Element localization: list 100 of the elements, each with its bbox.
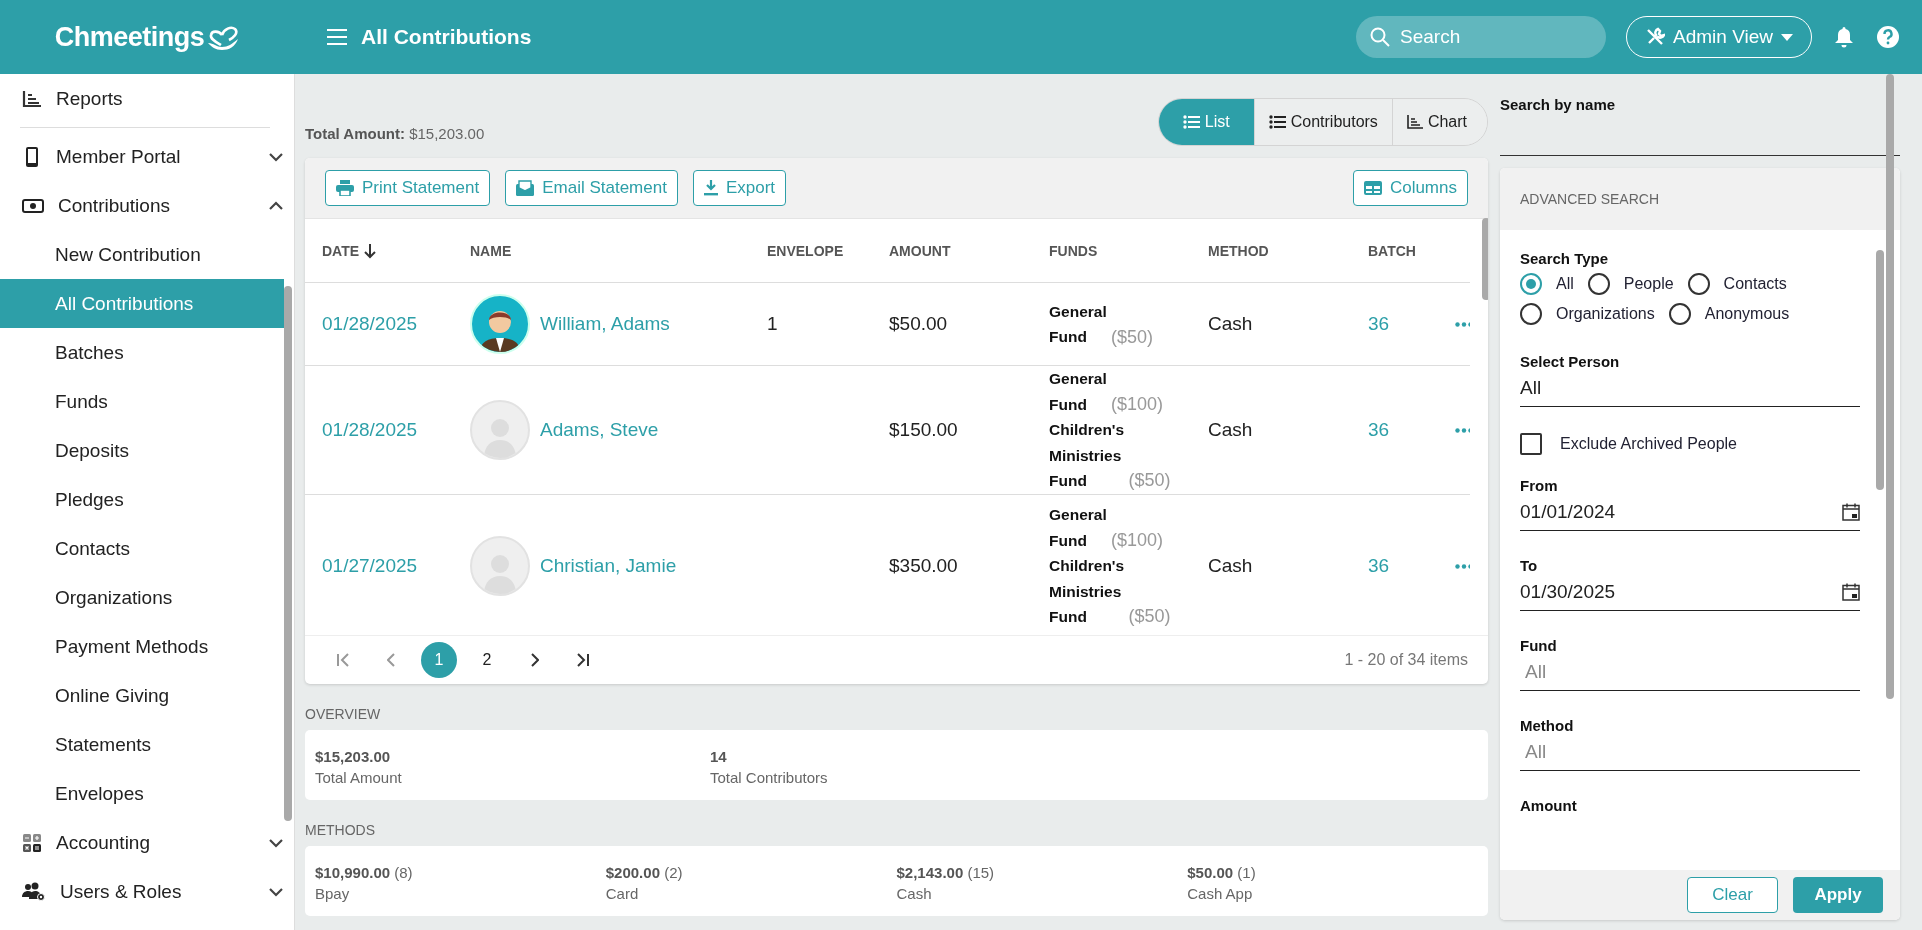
sidebar-subitem[interactable]: Online Giving <box>0 671 284 720</box>
help-button[interactable] <box>1876 25 1900 49</box>
method-total: $2,143.00 (15) <box>896 864 996 881</box>
field-label: Method <box>1520 717 1575 734</box>
select-field[interactable]: All <box>1520 661 1860 683</box>
scrollbar-thumb[interactable] <box>284 286 292 821</box>
sidebar-subitem[interactable]: Funds <box>0 377 284 426</box>
more-button[interactable] <box>1455 321 1470 327</box>
tools-icon <box>1645 27 1665 47</box>
date-field[interactable]: 01/01/2024 <box>1520 501 1842 523</box>
radio-label: People <box>1623 275 1674 293</box>
list-icon <box>1182 115 1200 129</box>
stat-label: Cash App <box>1187 885 1254 902</box>
chevron-left-icon <box>387 653 395 667</box>
search-bar[interactable]: Search <box>1356 16 1606 58</box>
envelope-cell-text: 1 <box>767 313 779 335</box>
column-header[interactable]: DATE <box>322 242 470 259</box>
select-field[interactable]: All <box>1520 741 1860 763</box>
fund-entry: General Fund ($50) <box>1049 301 1155 349</box>
sidebar-item[interactable]: Member Portal <box>0 132 284 181</box>
download-icon <box>703 180 718 196</box>
help-icon <box>1876 25 1900 49</box>
chevron-down-icon <box>268 886 284 897</box>
sidebar-subitem[interactable]: Statements <box>0 720 284 769</box>
amount-cell-text: $150.00 <box>889 419 959 441</box>
notification-button[interactable] <box>1834 26 1854 48</box>
column-header[interactable]: METHOD <box>1208 242 1368 259</box>
sidebar-item[interactable]: Users & Roles <box>0 867 284 916</box>
page-title: All Contributions <box>361 25 533 49</box>
page-button[interactable]: 2 <box>469 642 505 678</box>
scrollbar-thumb[interactable] <box>1876 250 1884 490</box>
field-label: To <box>1520 557 1539 574</box>
stat-value: 14 <box>710 748 728 765</box>
bell-icon <box>1834 26 1854 48</box>
sidebar-subitem[interactable]: Batches <box>0 328 284 377</box>
sidebar-subitem[interactable]: Payment Methods <box>0 622 284 671</box>
radio-label: Organizations <box>1556 305 1655 323</box>
sidebar-subitem[interactable]: New Contribution <box>0 230 284 279</box>
last-page-icon <box>576 653 590 667</box>
bar-chart-icon <box>22 89 42 108</box>
more-button[interactable] <box>1455 427 1470 433</box>
scrollbar-thumb[interactable] <box>1482 218 1488 300</box>
scrollbar-thumb[interactable] <box>1886 74 1894 699</box>
checkbox-label: Exclude Archived People <box>1560 435 1737 453</box>
sidebar-subitem[interactable]: Contacts <box>0 524 284 573</box>
calendar-icon <box>1842 583 1860 601</box>
menu-button[interactable] <box>327 29 347 45</box>
calculator-icon <box>22 832 42 853</box>
more-icon <box>1455 427 1470 433</box>
method-cell-text: Cash <box>1208 313 1254 335</box>
section-title: OVERVIEW <box>305 706 382 722</box>
radio-label: Anonymous <box>1704 305 1790 323</box>
chevron-right-icon <box>531 653 539 667</box>
radio-option[interactable]: People <box>1587 273 1674 295</box>
envelope-icon <box>516 180 535 196</box>
stat-label: Card <box>605 885 640 902</box>
total-amount: Total Amount: $15,203.00 <box>305 125 485 144</box>
method-total: $50.00 (1) <box>1187 864 1257 881</box>
radio-option[interactable]: All <box>1520 273 1574 295</box>
stat-label: Cash <box>896 885 933 902</box>
sidebar-subitem[interactable]: Pledges <box>0 475 284 524</box>
chevron-down-icon <box>268 151 284 162</box>
column-header[interactable]: NAME <box>470 242 767 259</box>
stat-label: Total Contributors <box>710 769 829 786</box>
pagination-summary: 1 - 20 of 34 items <box>1344 651 1468 669</box>
bar-chart-icon <box>1406 115 1423 129</box>
radio-option[interactable]: Contacts <box>1687 273 1787 295</box>
sidebar-item[interactable]: Accounting <box>0 818 284 867</box>
fund-entry: General Fund ($100) <box>1049 369 1165 416</box>
radio-option[interactable]: Anonymous <box>1668 303 1790 325</box>
column-header[interactable]: BATCH <box>1368 242 1455 259</box>
more-button[interactable] <box>1455 563 1470 569</box>
field-label: Amount <box>1520 797 1578 814</box>
field-label: From <box>1520 477 1559 494</box>
stat-label: Total Amount <box>315 769 403 786</box>
chevron-up-icon <box>268 200 284 211</box>
search-icon <box>1370 27 1390 47</box>
checkbox-option[interactable]: Exclude Archived People <box>1520 433 1860 455</box>
sidebar-subitem[interactable]: Envelopes <box>0 769 284 818</box>
method-total: $200.00 (2) <box>605 864 684 881</box>
stat-label: Bpay <box>315 885 351 902</box>
column-header[interactable]: AMOUNT <box>889 242 1049 259</box>
radio-option[interactable]: Organizations <box>1520 303 1655 325</box>
stat-value: $15,203.00 <box>315 748 392 765</box>
search-field[interactable]: Search <box>1398 25 1582 49</box>
more-icon <box>1455 321 1470 327</box>
method-total: $10,990.00 (8) <box>315 864 414 881</box>
sidebar-item[interactable]: Contributions <box>0 181 284 230</box>
field-label: Select Person <box>1520 353 1621 370</box>
sidebar-subitem[interactable]: Deposits <box>0 426 284 475</box>
sidebar-subitem[interactable]: Organizations <box>0 573 284 622</box>
date-field[interactable]: 01/30/2025 <box>1520 581 1842 603</box>
panel-title: ADVANCED SEARCH <box>1500 168 1900 230</box>
column-header[interactable]: FUNDS <box>1049 242 1208 259</box>
select-field[interactable]: All <box>1520 377 1860 399</box>
column-header[interactable]: ENVELOPE <box>767 242 889 259</box>
sidebar-item[interactable]: Reports <box>0 74 284 123</box>
fund-entry: General Fund ($100) <box>1049 505 1165 552</box>
method-cell-text: Cash <box>1208 419 1254 441</box>
banknote-icon <box>22 197 44 214</box>
